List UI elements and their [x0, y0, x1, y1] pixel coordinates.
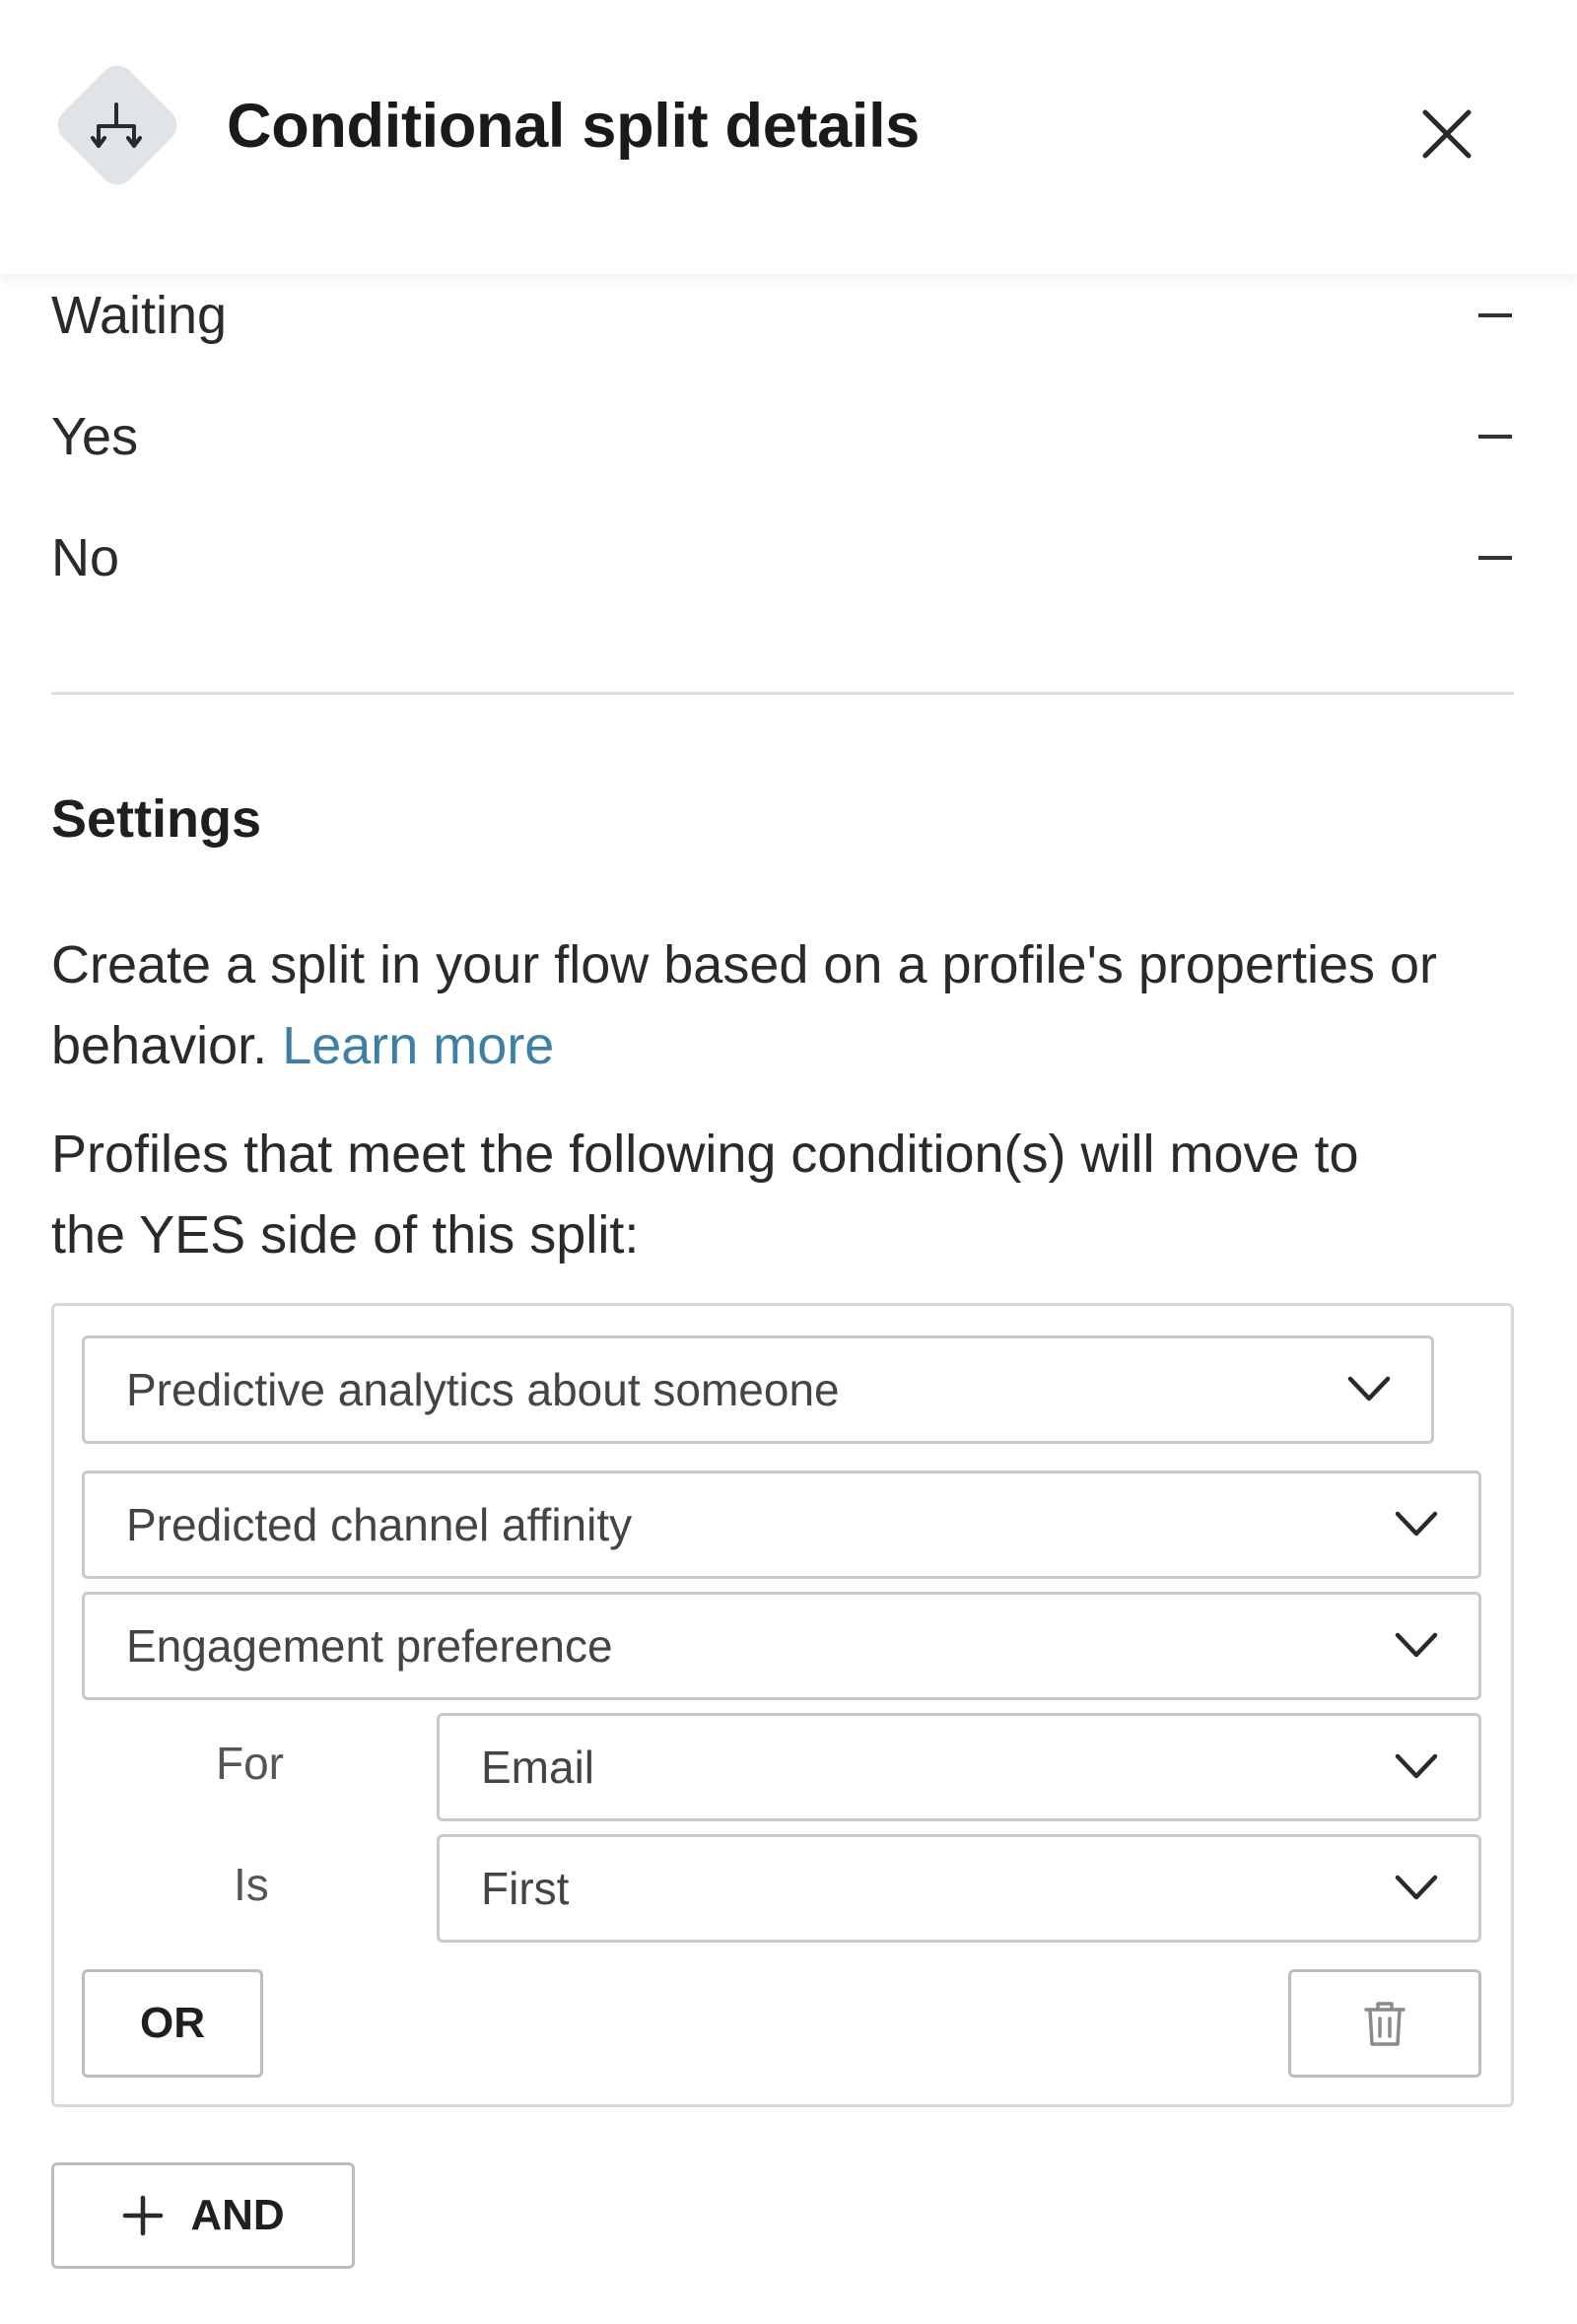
select-value: Email — [481, 1742, 595, 1793]
preference-select[interactable]: First — [437, 1834, 1481, 1943]
status-row-yes: Yes — [51, 397, 1520, 476]
chevron-down-icon — [1395, 1875, 1438, 1900]
condition-category-select[interactable]: Predictive analytics about someone — [82, 1335, 1434, 1444]
delete-condition-button[interactable] — [1288, 1969, 1481, 2078]
conditional-split-panel: Conditional split details Waiting Yes No… — [0, 0, 1577, 2324]
status-empty-value — [1478, 556, 1512, 560]
learn-more-link[interactable]: Learn more — [282, 1016, 554, 1075]
settings-heading: Settings — [51, 789, 262, 849]
condition-intro: Profiles that meet the following conditi… — [51, 1114, 1530, 1275]
add-and-condition-button[interactable]: AND — [51, 2162, 355, 2269]
select-value: First — [481, 1863, 570, 1914]
channel-select[interactable]: Email — [437, 1713, 1481, 1821]
description-line-2: behavior. Learn more — [51, 1005, 1530, 1086]
condition-intro-line-1: Profiles that meet the following conditi… — [51, 1125, 1359, 1184]
trash-icon — [1364, 2002, 1406, 2046]
close-icon — [1422, 109, 1472, 159]
condition-group: Predictive analytics about someone Predi… — [51, 1303, 1514, 2107]
select-value: Predictive analytics about someone — [126, 1364, 840, 1415]
chevron-down-icon — [1395, 1753, 1438, 1779]
status-empty-value — [1478, 313, 1512, 317]
description-text: behavior. — [51, 1016, 268, 1075]
plus-icon — [123, 2195, 164, 2236]
description-line-1: Create a split in your flow based on a p… — [51, 935, 1438, 994]
status-row-no: No — [51, 518, 1520, 597]
condition-intro-line-2: the YES side of this split: — [51, 1205, 640, 1265]
condition-metric-select[interactable]: Predicted channel affinity — [82, 1470, 1481, 1579]
status-label: No — [51, 528, 120, 587]
chevron-down-icon — [1347, 1376, 1391, 1401]
conditional-split-icon — [50, 58, 184, 192]
condition-property-select[interactable]: Engagement preference — [82, 1592, 1481, 1700]
divider — [51, 692, 1514, 695]
panel-header: Conditional split details — [0, 0, 1577, 274]
close-button[interactable] — [1407, 95, 1486, 173]
or-button[interactable]: OR — [82, 1969, 263, 2078]
and-button-label: AND — [190, 2191, 285, 2239]
chevron-down-icon — [1395, 1511, 1438, 1537]
select-value: Predicted channel affinity — [126, 1499, 633, 1550]
settings-description: Create a split in your flow based on a p… — [51, 924, 1530, 1086]
select-value: Engagement preference — [126, 1620, 613, 1672]
status-label: Yes — [51, 407, 139, 466]
panel-title: Conditional split details — [227, 92, 921, 161]
status-label: Waiting — [51, 286, 228, 345]
chevron-down-icon — [1395, 1632, 1438, 1658]
status-empty-value — [1478, 435, 1512, 439]
for-label: For — [216, 1738, 284, 1789]
status-row-waiting: Waiting — [51, 276, 1520, 355]
is-label: Is — [234, 1859, 269, 1910]
